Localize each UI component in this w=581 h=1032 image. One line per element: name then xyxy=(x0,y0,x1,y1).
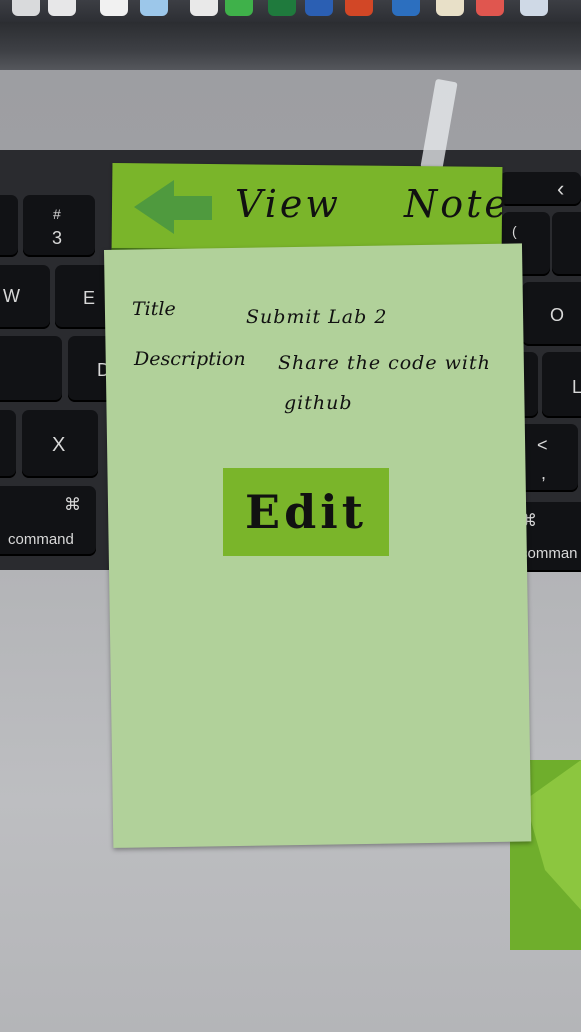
key-l: L xyxy=(542,352,581,418)
key-command-left: ⌘ command xyxy=(0,486,96,556)
key-label: ( xyxy=(512,223,517,239)
app-icon xyxy=(436,0,464,16)
key-escape-area: ‹ xyxy=(500,172,581,206)
key-label: E xyxy=(83,288,96,308)
paper-fold xyxy=(525,760,581,910)
key-w: W xyxy=(0,265,50,329)
app-icon xyxy=(520,0,548,16)
key xyxy=(0,336,62,402)
dock-bar xyxy=(0,0,581,22)
key-3: # 3 xyxy=(23,195,95,257)
app-icon xyxy=(476,0,504,16)
edit-button-label: Edit xyxy=(245,485,367,539)
key xyxy=(0,410,16,478)
app-icon xyxy=(100,0,128,16)
description-value: Share the code with xyxy=(278,352,491,374)
app-icon xyxy=(305,0,333,16)
key-label: < xyxy=(537,435,548,455)
title-value: Submit Lab 2 xyxy=(246,306,388,328)
description-label: Description xyxy=(134,348,246,370)
key-label: L xyxy=(572,377,581,397)
app-icon xyxy=(225,0,253,16)
app-icon xyxy=(140,0,168,16)
key-label: command xyxy=(8,531,74,548)
description-value-continued: github xyxy=(284,392,353,414)
key-label: O xyxy=(550,305,565,325)
app-icon xyxy=(190,0,218,16)
key-label: X xyxy=(52,434,66,456)
key-label: comman xyxy=(520,545,578,562)
key-x: X xyxy=(22,410,98,478)
page-title: View Note xyxy=(235,182,510,226)
app-icon xyxy=(268,0,296,16)
app-icon xyxy=(12,0,40,16)
key-label: # xyxy=(53,206,61,222)
app-icon xyxy=(345,0,373,16)
app-icon xyxy=(48,0,76,16)
back-button[interactable] xyxy=(130,174,216,240)
key-o: O xyxy=(522,282,581,346)
key xyxy=(0,195,18,257)
key-label: , xyxy=(541,463,547,483)
command-icon: ⌘ xyxy=(64,495,81,514)
key-label: W xyxy=(3,286,20,306)
edit-button[interactable]: Edit xyxy=(223,468,389,556)
key-label: 3 xyxy=(52,228,63,248)
key xyxy=(552,212,581,276)
laptop-hinge xyxy=(0,22,581,70)
key-label: ‹ xyxy=(557,176,565,201)
title-label: Title xyxy=(132,298,176,320)
app-icon xyxy=(392,0,420,16)
arrow-left-icon xyxy=(134,180,212,234)
